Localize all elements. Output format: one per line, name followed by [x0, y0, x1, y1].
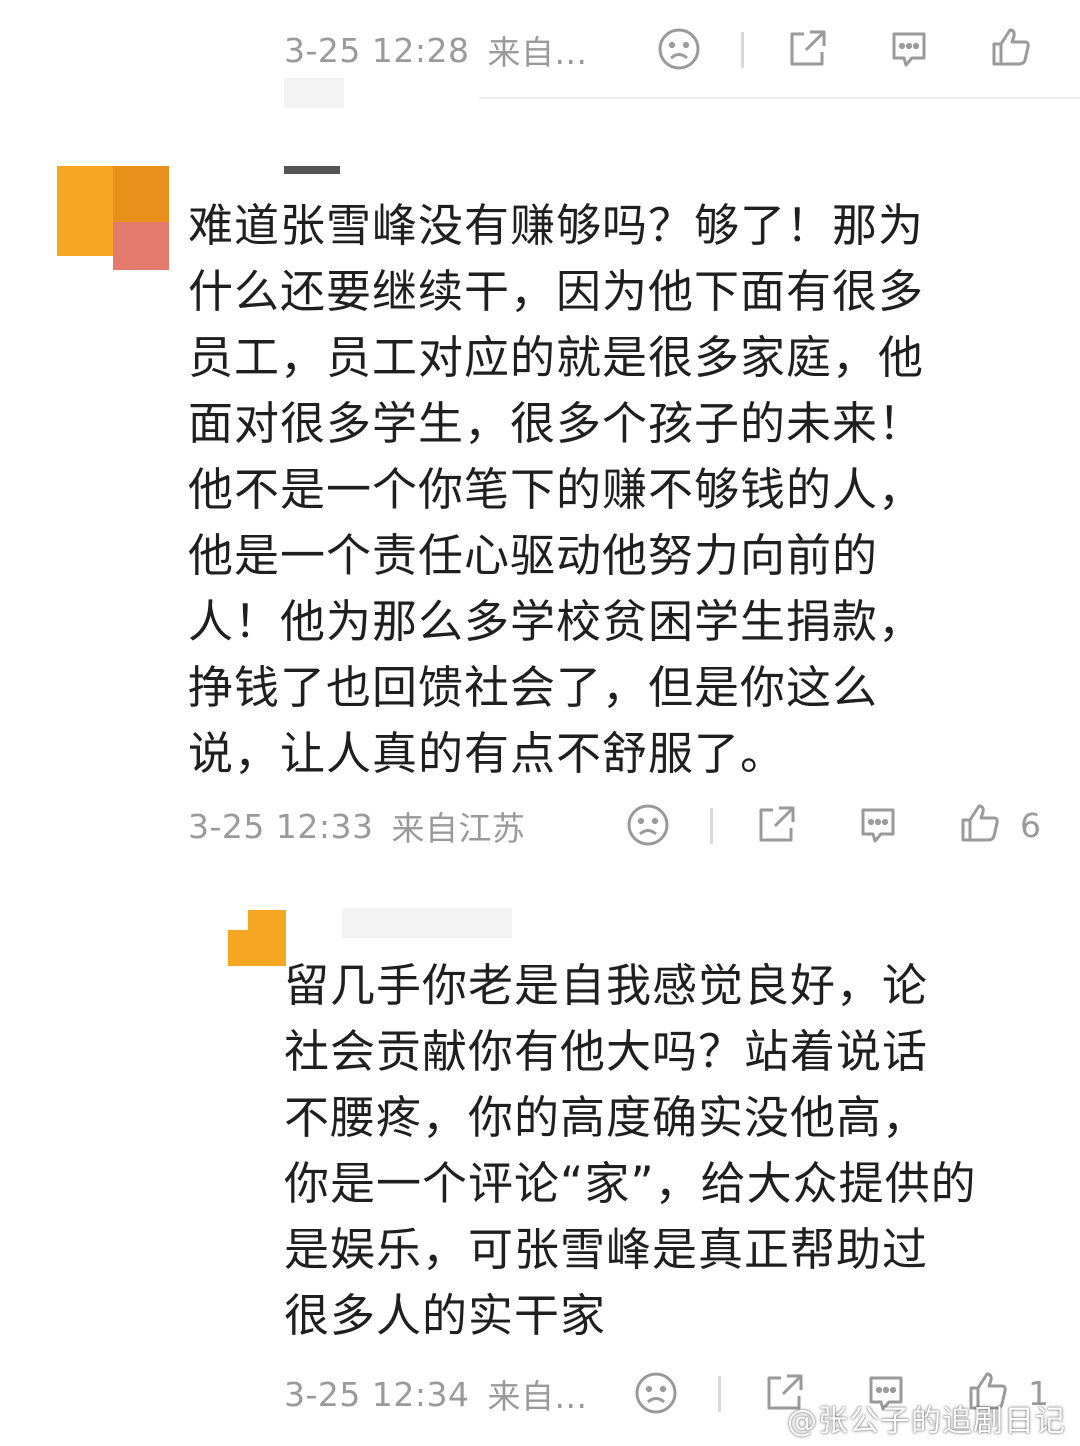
- divider: [710, 808, 713, 844]
- reply-meta: 3-25 12:34 来自...: [284, 1366, 587, 1422]
- divider: [741, 32, 744, 68]
- thumbs-up-icon[interactable]: [957, 800, 1003, 846]
- comment-icon[interactable]: [855, 802, 901, 848]
- comment-source: 来自...: [487, 33, 588, 72]
- watermark: @张公子的追剧日记: [787, 1404, 1066, 1439]
- divider: [718, 1376, 721, 1412]
- thumbs-up-icon[interactable]: [988, 24, 1034, 70]
- comment-meta: 3-25 12:33 来自江苏: [188, 798, 526, 854]
- reply-source: 来自...: [487, 1377, 588, 1416]
- sad-face-icon[interactable]: [625, 802, 671, 848]
- like-count: 6: [1020, 806, 1041, 845]
- share-icon[interactable]: [784, 26, 830, 72]
- comment-text: 难道张雪峰没有赚够吗？够了！那为 什么还要继续干，因为他下面有很多 员工，员工对…: [188, 199, 925, 780]
- comment-time: 3-25 12:33: [188, 806, 374, 846]
- blurred-area: [284, 78, 344, 108]
- top-comment-meta: 3-25 12:28 来自...: [284, 22, 587, 78]
- divider-line: [478, 97, 1080, 99]
- sad-face-icon[interactable]: [656, 26, 702, 72]
- reply-text: 留几手你老是自我感觉良好，论 社会贡献你有他大吗？站着说话 不腰疼，你的高度确实…: [284, 959, 977, 1342]
- username-blurred[interactable]: [284, 166, 340, 174]
- comment-icon[interactable]: [886, 26, 932, 72]
- avatar[interactable]: [57, 166, 169, 270]
- share-icon[interactable]: [753, 802, 799, 848]
- comment-time: 3-25 12:28: [284, 30, 470, 70]
- reply-time: 3-25 12:34: [284, 1374, 470, 1414]
- reply-avatar[interactable]: [228, 910, 286, 966]
- reply-username-blurred[interactable]: [342, 908, 512, 938]
- sad-face-icon[interactable]: [633, 1370, 679, 1416]
- comment-source: 来自江苏: [391, 809, 526, 848]
